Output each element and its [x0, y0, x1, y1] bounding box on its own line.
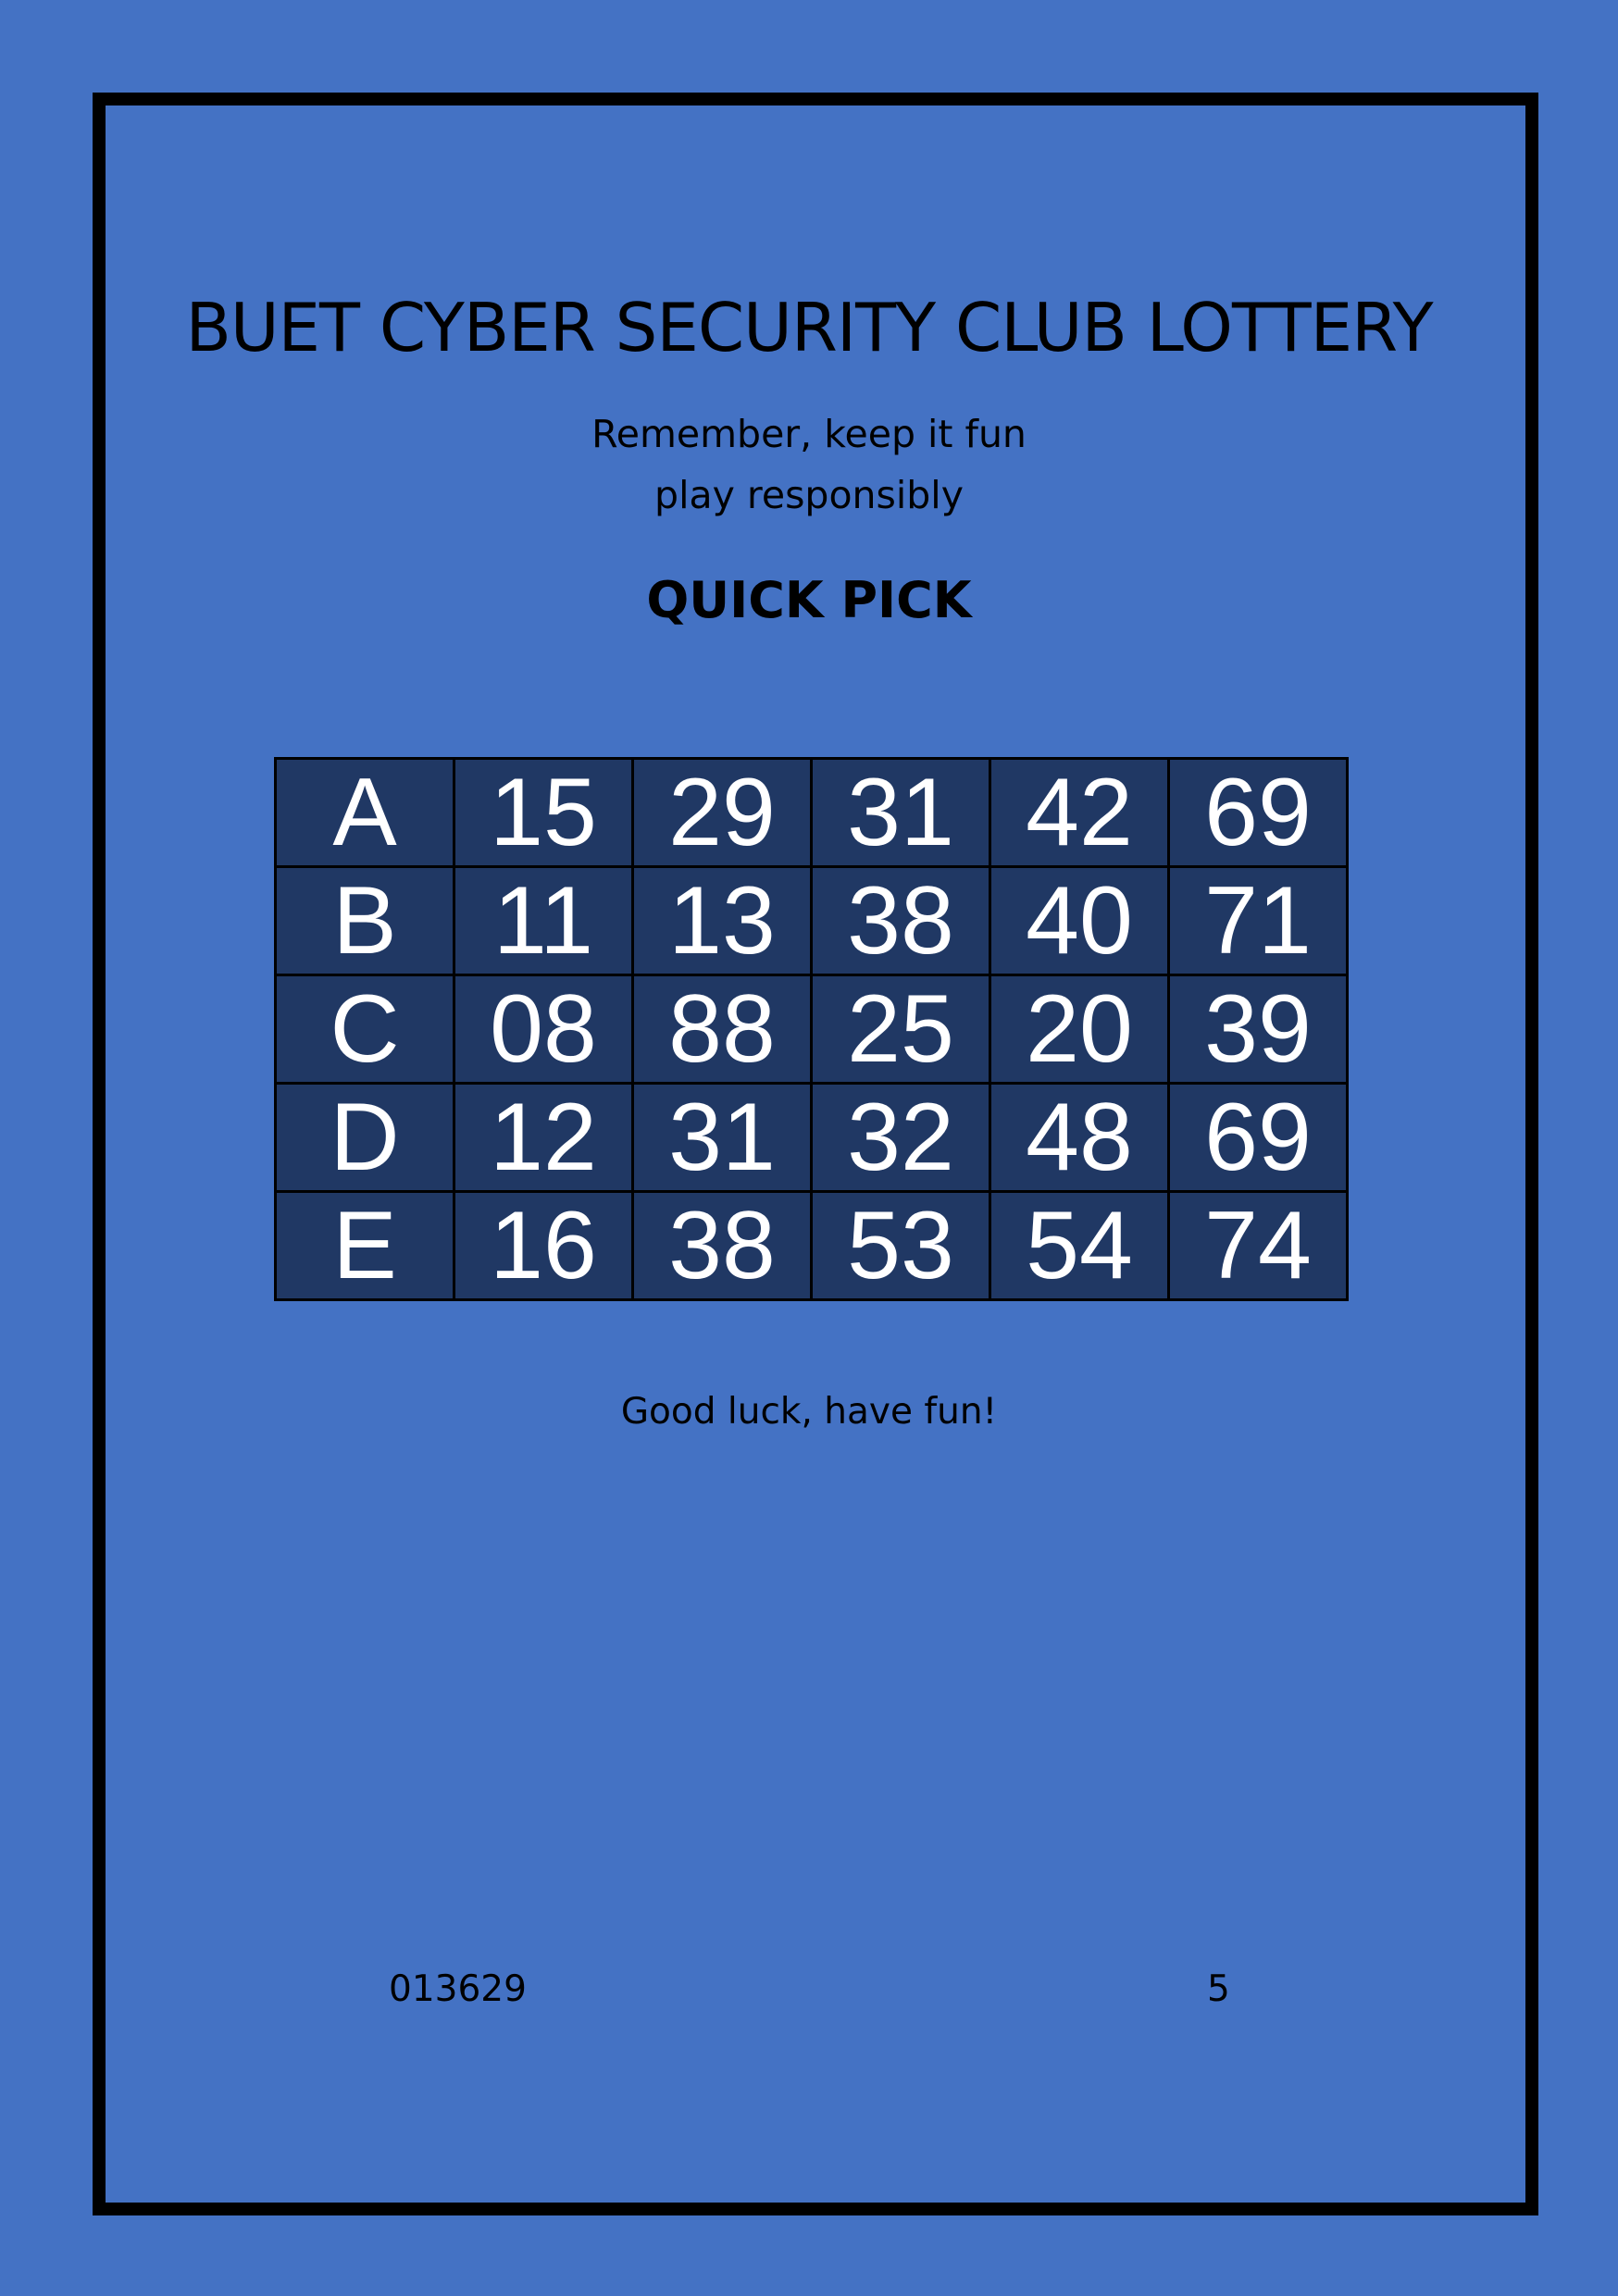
number-cell: 16	[453, 1190, 634, 1301]
subtitle-line-1: Remember, keep it fun	[591, 412, 1027, 456]
row-label: A	[274, 757, 455, 868]
number-cell: 08	[453, 974, 634, 1085]
row-label: B	[274, 865, 455, 976]
number-cell: 38	[810, 865, 991, 976]
number-cell: 74	[1167, 1190, 1349, 1301]
number-cell: 31	[631, 1082, 813, 1193]
number-cell: 42	[989, 757, 1170, 868]
grid-row-c: C 08 88 25 20 39	[274, 974, 1349, 1085]
grid-row-a: A 15 29 31 42 69	[274, 757, 1349, 868]
row-label: C	[274, 974, 455, 1085]
number-cell: 69	[1167, 1082, 1349, 1193]
number-cell: 69	[1167, 757, 1349, 868]
number-cell: 31	[810, 757, 991, 868]
page-number: 5	[1207, 1968, 1230, 2010]
number-cell: 53	[810, 1190, 991, 1301]
grid-row-d: D 12 31 32 48 69	[274, 1082, 1349, 1193]
number-cell: 12	[453, 1082, 634, 1193]
number-cell: 38	[631, 1190, 813, 1301]
number-grid: A 15 29 31 42 69 B 11 13 38 40 71 C 08 8…	[274, 757, 1349, 1301]
number-cell: 15	[453, 757, 634, 868]
subtitle-line-2: play responsibly	[654, 473, 964, 517]
row-label: E	[274, 1190, 455, 1301]
number-cell: 13	[631, 865, 813, 976]
number-cell: 39	[1167, 974, 1349, 1085]
closing-message: Good luck, have fun!	[620, 1391, 998, 1433]
number-cell: 40	[989, 865, 1170, 976]
row-label: D	[274, 1082, 455, 1193]
number-cell: 32	[810, 1082, 991, 1193]
number-cell: 71	[1167, 865, 1349, 976]
number-cell: 29	[631, 757, 813, 868]
number-cell: 20	[989, 974, 1170, 1085]
serial-number: 013629	[389, 1968, 527, 2010]
grid-row-e: E 16 38 53 54 74	[274, 1190, 1349, 1301]
number-cell: 88	[631, 974, 813, 1085]
number-cell: 54	[989, 1190, 1170, 1301]
quick-pick-heading: QUICK PICK	[646, 571, 972, 629]
grid-row-b: B 11 13 38 40 71	[274, 865, 1349, 976]
number-cell: 11	[453, 865, 634, 976]
number-cell: 25	[810, 974, 991, 1085]
ticket-title: BUET CYBER SECURITY CLUB LOTTERY	[185, 289, 1433, 366]
number-cell: 48	[989, 1082, 1170, 1193]
